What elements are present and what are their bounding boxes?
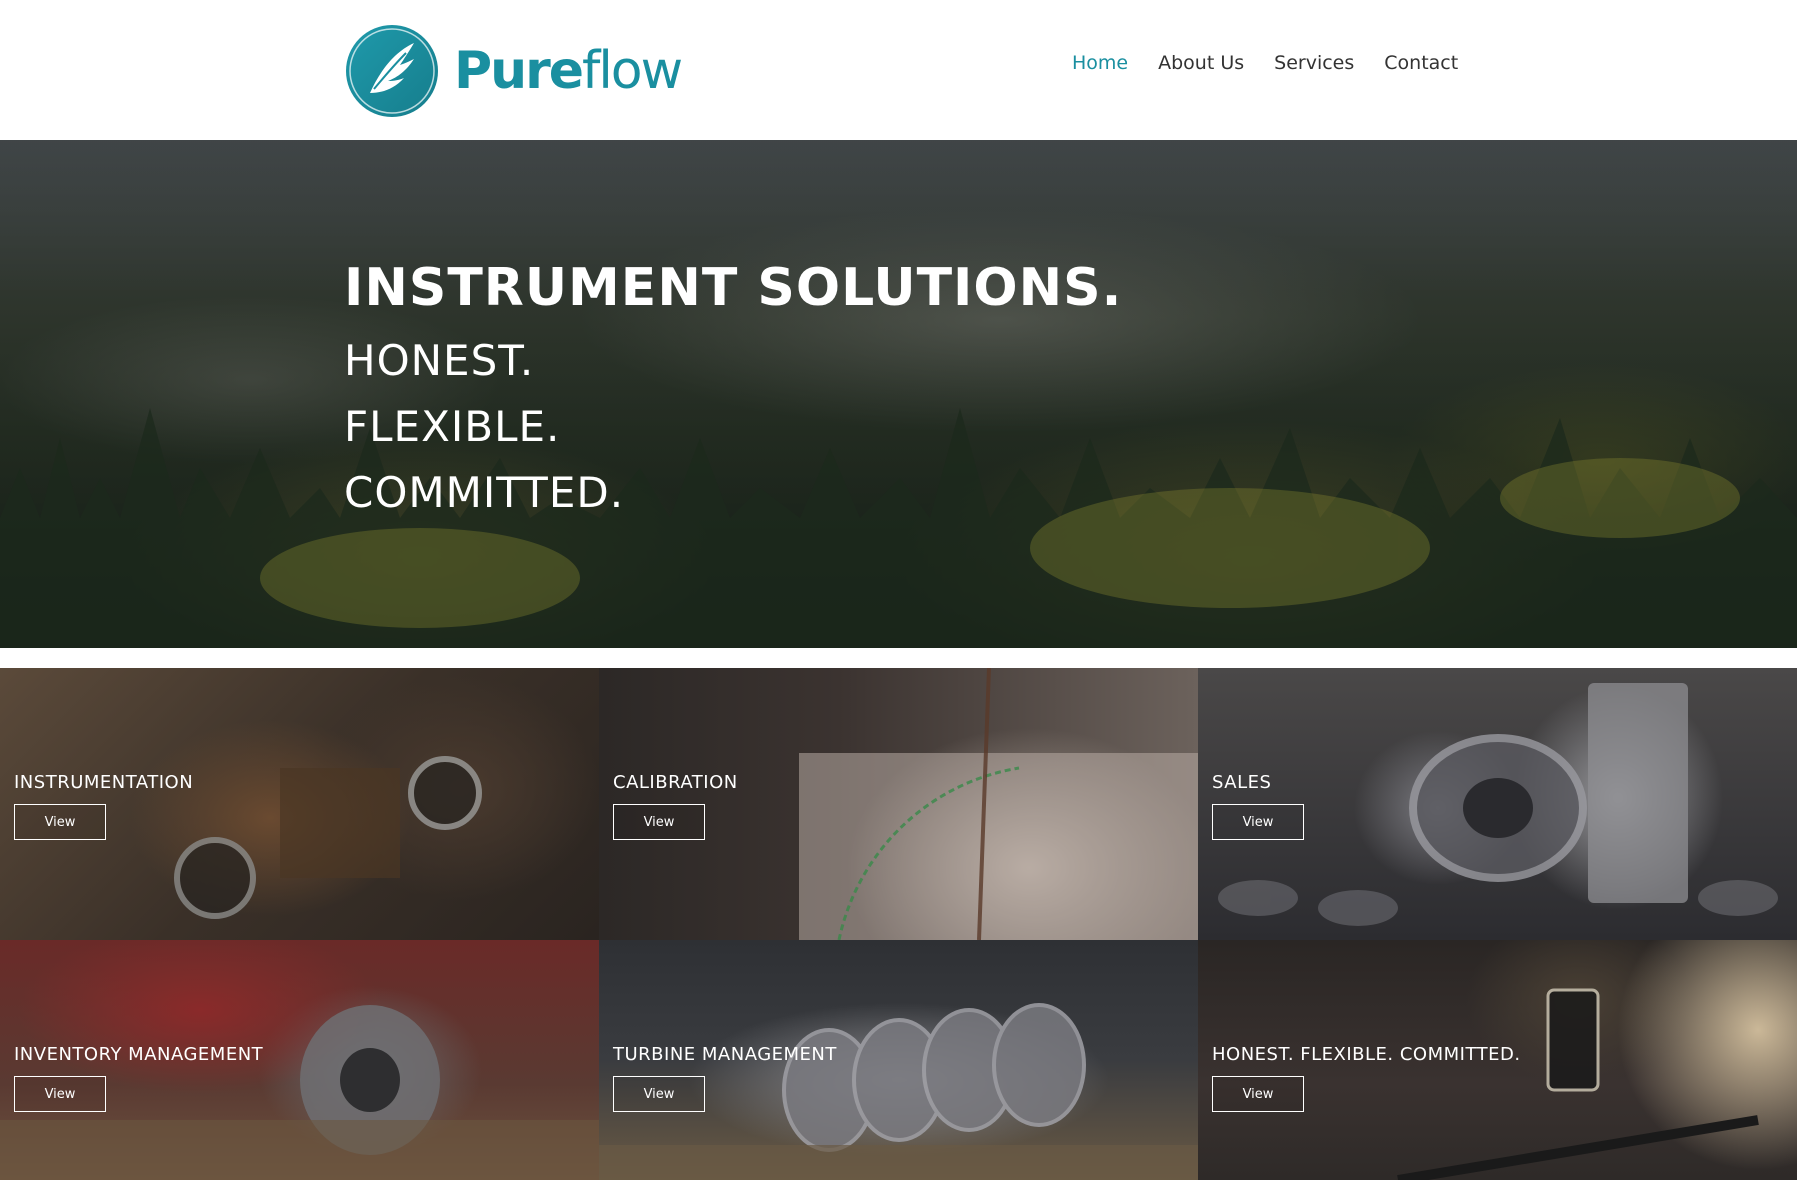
hero-title: INSTRUMENT SOLUTIONS. [344, 258, 1123, 318]
site-header: Pureflow Home About Us Services Contact [0, 0, 1797, 140]
hero-text: INSTRUMENT SOLUTIONS. HONEST. FLEXIBLE. … [344, 262, 1122, 514]
tile-calibration[interactable]: CALIBRATION View [599, 668, 1198, 940]
feather-wing-icon [346, 25, 438, 117]
brand-logo[interactable]: Pureflow [344, 22, 683, 120]
tile-label: TURBINE MANAGEMENT [613, 1044, 837, 1065]
tile-honest-flexible-committed[interactable]: HONEST. FLEXIBLE. COMMITTED. View [1198, 940, 1797, 1180]
hero-banner: INSTRUMENT SOLUTIONS. HONEST. FLEXIBLE. … [0, 140, 1797, 648]
nav-about-us[interactable]: About Us [1158, 52, 1244, 74]
hero-line-honest: HONEST. [344, 336, 535, 385]
tile-label: INVENTORY MANAGEMENT [14, 1044, 264, 1065]
tile-inventory-management[interactable]: INVENTORY MANAGEMENT View [0, 940, 599, 1180]
brand-wordmark: Pureflow [454, 45, 683, 97]
view-button[interactable]: View [613, 804, 705, 840]
tile-sales[interactable]: SALES View [1198, 668, 1797, 940]
hero-line-committed: COMMITTED. [344, 468, 625, 517]
view-button[interactable]: View [14, 1076, 106, 1112]
nav-contact[interactable]: Contact [1384, 52, 1458, 74]
services-grid: INSTRUMENTATION View CALIBRATION View SA… [0, 668, 1797, 1180]
tile-label: HONEST. FLEXIBLE. COMMITTED. [1212, 1044, 1521, 1065]
nav-services[interactable]: Services [1274, 52, 1354, 74]
brand-name-bold: Pure [454, 41, 584, 101]
brand-name-light: flow [582, 41, 683, 101]
main-nav: Home About Us Services Contact [1072, 52, 1458, 74]
tile-turbine-management[interactable]: TURBINE MANAGEMENT View [599, 940, 1198, 1180]
nav-home[interactable]: Home [1072, 52, 1128, 74]
hero-line-flexible: FLEXIBLE. [344, 402, 561, 451]
tile-instrumentation[interactable]: INSTRUMENTATION View [0, 668, 599, 940]
view-button[interactable]: View [613, 1076, 705, 1112]
tile-label: INSTRUMENTATION [14, 772, 194, 793]
view-button[interactable]: View [1212, 804, 1304, 840]
tile-label: SALES [1212, 772, 1272, 793]
tile-label: CALIBRATION [613, 772, 738, 793]
view-button[interactable]: View [1212, 1076, 1304, 1112]
view-button[interactable]: View [14, 804, 106, 840]
